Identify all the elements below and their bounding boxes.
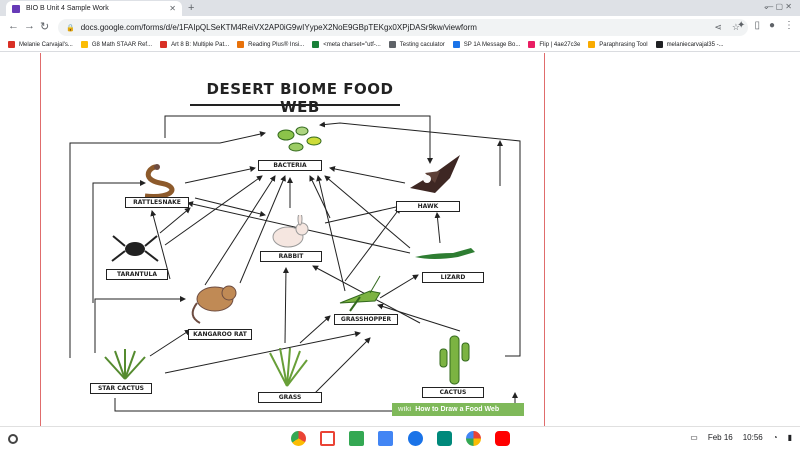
tray-time: 10:56 bbox=[742, 433, 763, 442]
bookmark-icon bbox=[237, 41, 245, 48]
lizard-icon bbox=[415, 248, 475, 259]
wikihow-watermark: wiki How to Draw a Food Web bbox=[392, 403, 524, 416]
bookmark-label: melaniecarvajal35 -... bbox=[666, 41, 724, 48]
forward-icon[interactable]: → bbox=[24, 20, 35, 32]
bookmark-icon bbox=[80, 41, 88, 48]
menu-icon[interactable]: ⋮ bbox=[784, 20, 794, 31]
screen-capture-icon[interactable]: ▭ bbox=[690, 433, 698, 442]
address-bar[interactable]: 🔒 docs.google.com/forms/d/e/1FAIpQLSeKTM… bbox=[58, 19, 748, 36]
bookmark-item[interactable]: Art 8 B: Multiple Pat... bbox=[160, 41, 229, 48]
label-grass: GRASS bbox=[258, 392, 322, 403]
bookmark-item[interactable]: Paraphrasing Tool bbox=[588, 41, 648, 48]
bookmark-label: Melanie Carvajal's... bbox=[19, 41, 73, 48]
play-store-app-icon[interactable] bbox=[466, 431, 481, 446]
bookmarks-bar: Melanie Carvajal's... G8 Math STAAR Ref.… bbox=[0, 38, 800, 52]
meet-app-icon[interactable] bbox=[437, 431, 452, 446]
docs-app-icon[interactable] bbox=[378, 431, 393, 446]
label-lizard: LIZARD bbox=[422, 272, 484, 283]
bookmark-item[interactable]: Reading Plus® Insi... bbox=[237, 41, 304, 48]
label-rabbit: RABBIT bbox=[260, 251, 322, 262]
label-kangaroo-rat: KANGAROO RAT bbox=[188, 329, 252, 340]
star-cactus-icon bbox=[104, 349, 146, 380]
forms-favicon-icon bbox=[12, 4, 20, 13]
bookmark-label: Reading Plus® Insi... bbox=[248, 41, 305, 48]
youtube-app-icon[interactable] bbox=[495, 431, 510, 446]
watermark-text: How to Draw a Food Web bbox=[415, 406, 500, 413]
bookmark-item[interactable]: G8 Math STAAR Ref... bbox=[80, 41, 153, 48]
reload-icon[interactable]: ↻ bbox=[40, 20, 49, 33]
classroom-app-icon[interactable] bbox=[349, 431, 364, 446]
grass-icon bbox=[269, 348, 308, 387]
bookmark-label: Testing caculator bbox=[399, 41, 445, 48]
bookmark-icon bbox=[655, 41, 663, 48]
bookmark-item[interactable]: Melanie Carvajal's... bbox=[8, 41, 73, 48]
wifi-icon: ◔ bbox=[772, 433, 778, 442]
tab-title: BIO B Unit 4 Sample Work bbox=[26, 5, 109, 12]
label-cactus: CACTUS bbox=[422, 387, 484, 398]
cactus-icon bbox=[439, 335, 470, 385]
back-icon[interactable]: ← bbox=[8, 20, 19, 32]
page-content: DESERT BIOME FOOD WEB BACTERIA HAWK RATT… bbox=[0, 53, 800, 426]
bookmark-icon bbox=[588, 41, 596, 48]
browser-tab[interactable]: BIO B Unit 4 Sample Work ✕ bbox=[6, 1, 182, 16]
label-bacteria: BACTERIA bbox=[258, 160, 322, 171]
window-controls-icon[interactable]: — ▢ ✕ bbox=[765, 2, 792, 11]
label-star-cactus: STAR CACTUS bbox=[90, 383, 152, 394]
label-tarantula: TARANTULA bbox=[106, 269, 168, 280]
bookmark-label: G8 Math STAAR Ref... bbox=[91, 41, 153, 48]
bookmark-label: SP 1A Message Bo... bbox=[463, 41, 521, 48]
bookmark-item[interactable]: <meta charset="utf-... bbox=[312, 41, 381, 48]
gmail-app-icon[interactable] bbox=[320, 431, 335, 446]
new-tab-icon[interactable]: + bbox=[188, 2, 194, 14]
system-tray[interactable]: ▭ Feb 16 10:56 ◔ ▮ bbox=[690, 433, 792, 442]
watermark-brand: wiki bbox=[398, 406, 412, 413]
profile-avatar[interactable]: ● bbox=[769, 20, 775, 31]
label-grasshopper: GRASSHOPPER bbox=[334, 314, 398, 325]
sidebar-icon[interactable]: ▯ bbox=[754, 20, 760, 31]
bacteria-icon bbox=[277, 126, 322, 152]
camera-app-icon[interactable] bbox=[408, 431, 423, 446]
bookmark-icon bbox=[160, 41, 168, 48]
lock-icon: 🔒 bbox=[66, 24, 75, 32]
bookmark-icon bbox=[528, 41, 536, 48]
extensions-icon[interactable]: ✦ bbox=[737, 20, 745, 31]
bookmark-item[interactable]: melaniecarvajal35 -... bbox=[655, 41, 724, 48]
tab-bar: BIO B Unit 4 Sample Work ✕ + ⌄ — ▢ ✕ bbox=[0, 0, 800, 16]
chrome-app-icon[interactable] bbox=[291, 431, 306, 446]
browser-toolbar: ← → ↻ 🔒 docs.google.com/forms/d/e/1FAIpQ… bbox=[0, 16, 800, 38]
os-shelf: ▭ Feb 16 10:56 ◔ ▮ bbox=[0, 426, 800, 450]
bookmark-item[interactable]: Testing caculator bbox=[388, 41, 445, 48]
label-rattlesnake: RATTLESNAKE bbox=[125, 197, 189, 208]
bookmark-label: Art 8 B: Multiple Pat... bbox=[171, 41, 230, 48]
bookmark-label: Paraphrasing Tool bbox=[599, 41, 648, 48]
tray-date: Feb 16 bbox=[707, 433, 733, 442]
rabbit-icon bbox=[272, 215, 309, 248]
share-icon[interactable]: ⋖ bbox=[714, 22, 722, 33]
rattlesnake-icon bbox=[144, 164, 175, 199]
grasshopper-icon bbox=[339, 275, 381, 312]
bookmark-item[interactable]: SP 1A Message Bo... bbox=[452, 41, 521, 48]
launcher-icon[interactable] bbox=[8, 434, 18, 444]
label-hawk: HAWK bbox=[396, 201, 460, 212]
bookmark-icon bbox=[8, 41, 15, 48]
url-text: docs.google.com/forms/d/e/1FAIpQLSeKTM4R… bbox=[80, 23, 477, 32]
bookmark-label: <meta charset="utf-... bbox=[323, 41, 381, 48]
kangaroo-rat-icon bbox=[191, 285, 237, 324]
tarantula-icon bbox=[111, 235, 159, 262]
hawk-icon bbox=[410, 155, 460, 193]
bookmark-icon bbox=[388, 41, 396, 48]
battery-icon: ▮ bbox=[787, 433, 792, 442]
bookmark-item[interactable]: Flip | 4ae27c3e bbox=[528, 41, 580, 48]
bookmark-icon bbox=[312, 41, 320, 48]
bookmark-icon bbox=[452, 41, 460, 48]
close-tab-icon[interactable]: ✕ bbox=[169, 4, 176, 13]
bookmark-label: Flip | 4ae27c3e bbox=[539, 41, 581, 48]
